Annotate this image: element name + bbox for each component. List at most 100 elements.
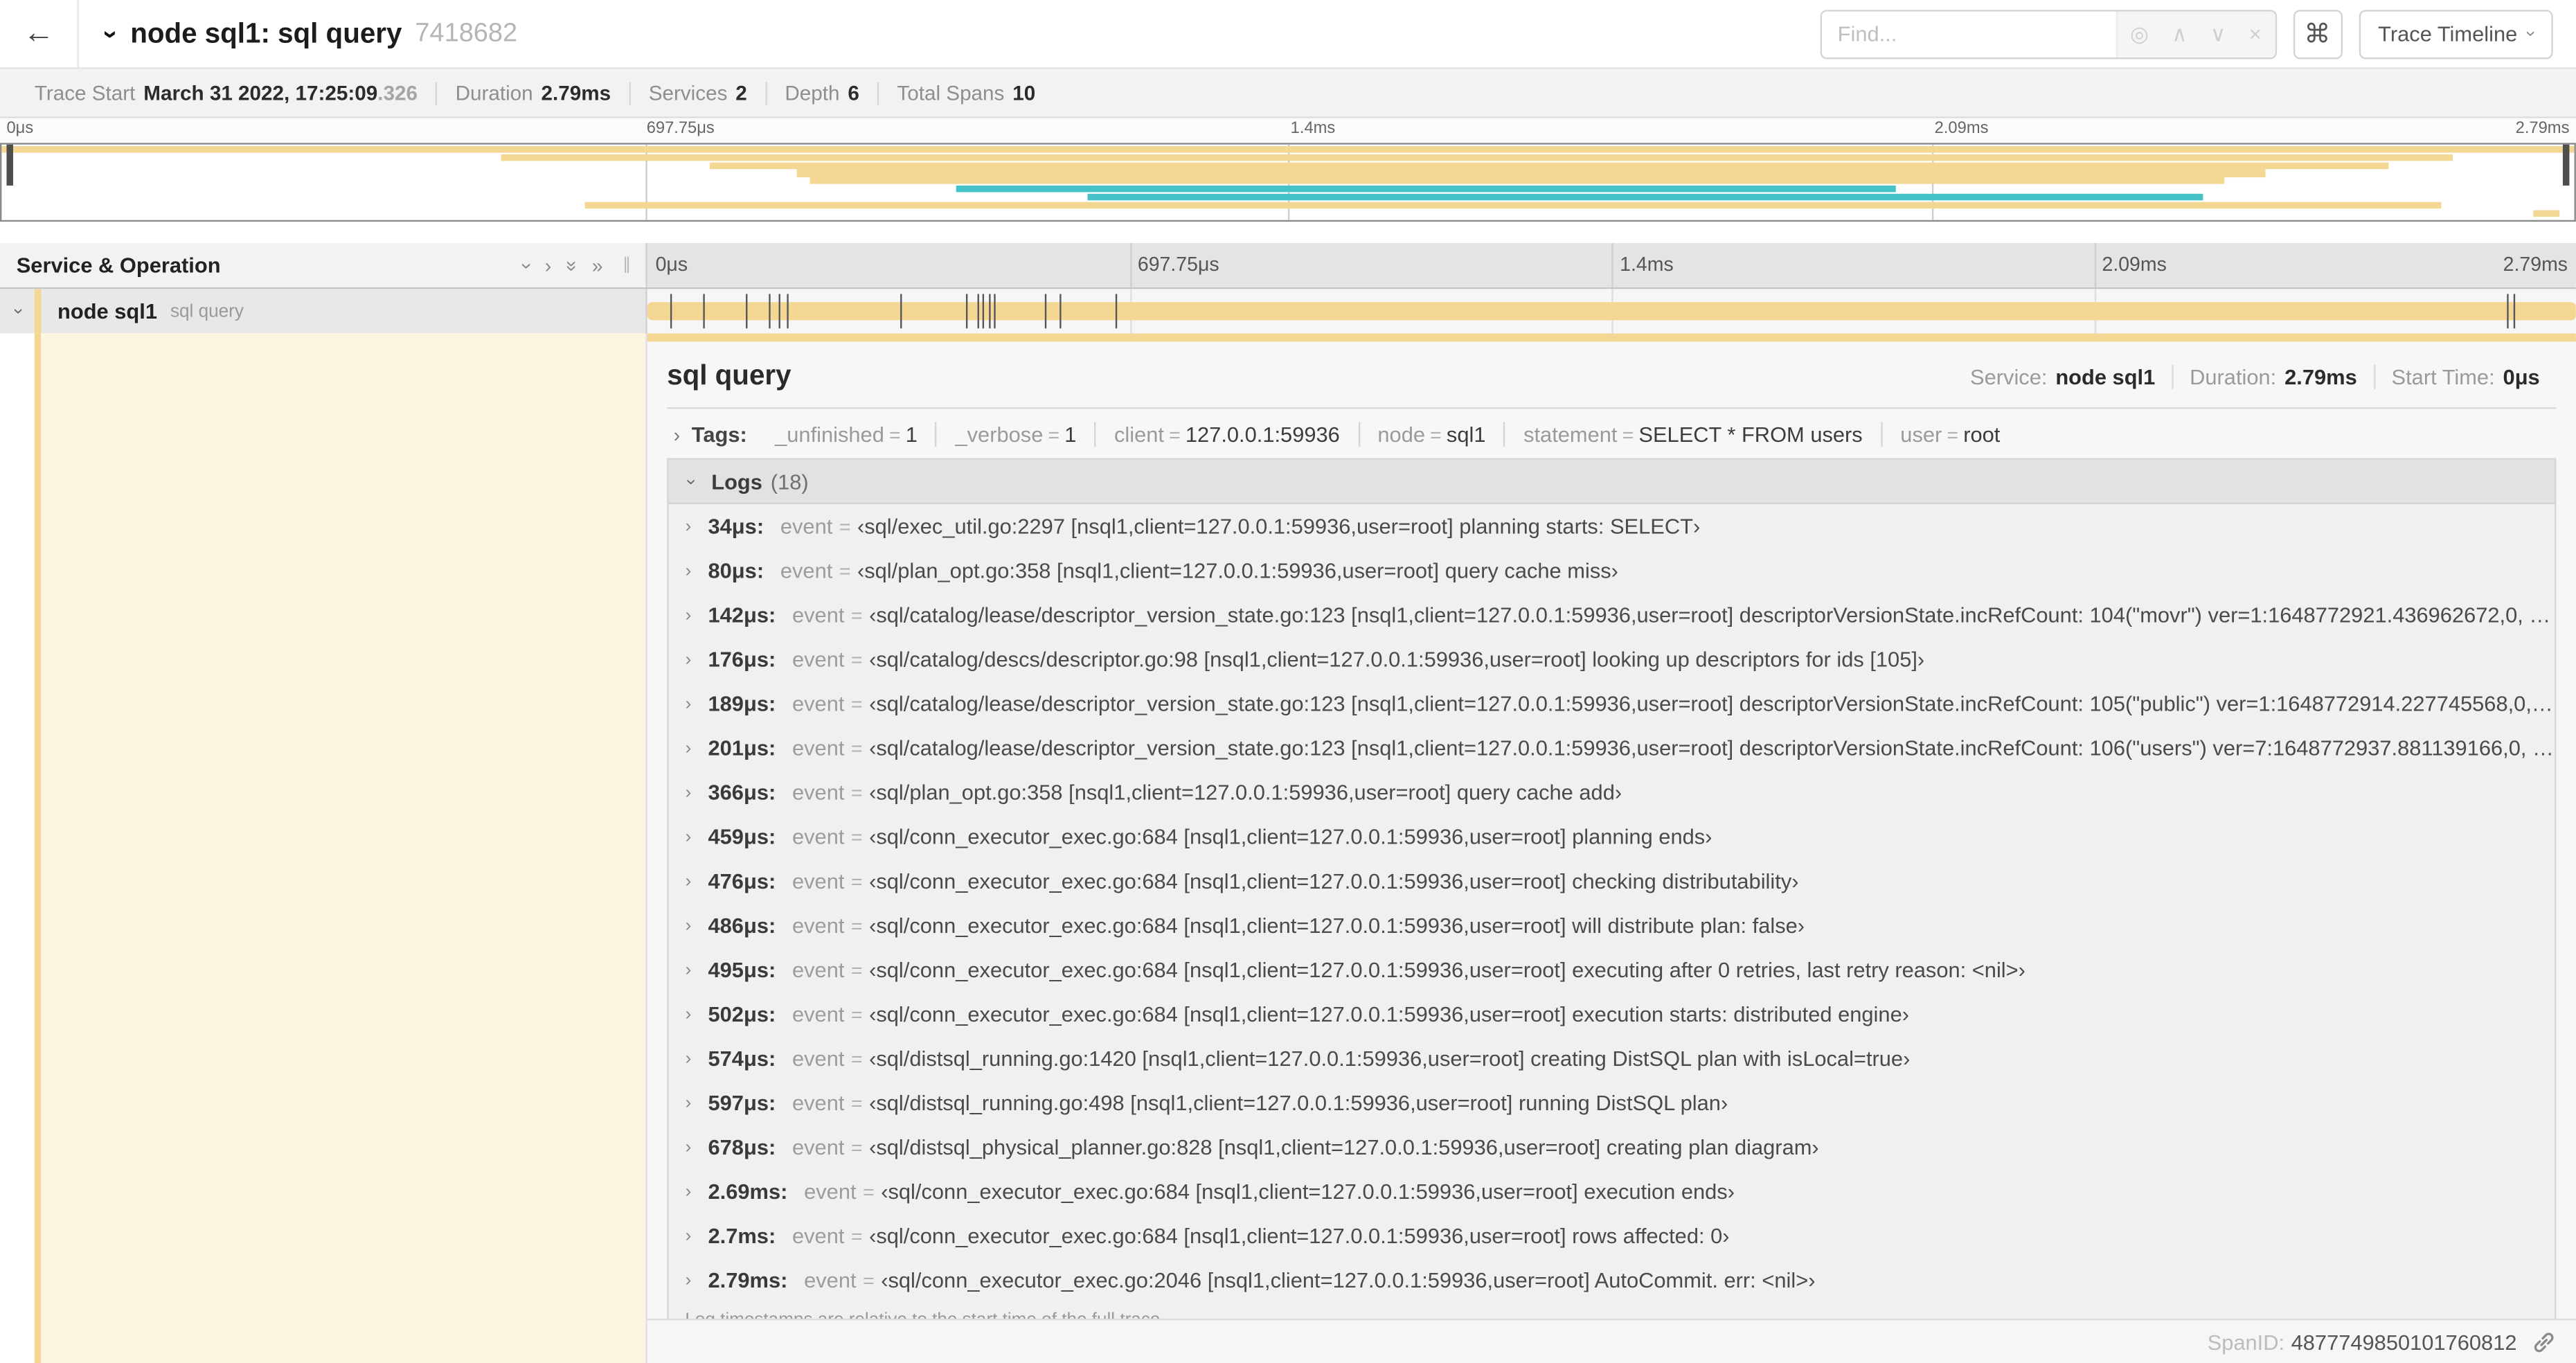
chevron-right-icon[interactable]: › bbox=[669, 1182, 708, 1201]
log-entry[interactable]: › 2.69ms: event = ‹sql/conn_executor_exe… bbox=[669, 1169, 2555, 1213]
summary-value: 10 bbox=[1012, 81, 1036, 105]
tag-key: client bbox=[1113, 422, 1164, 447]
equals-sign: = bbox=[1947, 422, 1959, 446]
log-marker bbox=[983, 294, 985, 329]
summary-label: Depth bbox=[785, 81, 840, 105]
find-prev-icon[interactable]: ∧ bbox=[2172, 21, 2188, 47]
chevron-right-icon[interactable]: › bbox=[669, 916, 708, 935]
log-entry[interactable]: › 476μs: event = ‹sql/conn_executor_exec… bbox=[669, 859, 2555, 903]
tick-label: 2.79ms bbox=[2503, 253, 2568, 276]
log-entry[interactable]: › 80μs: event = ‹sql/plan_opt.go:358 [ns… bbox=[669, 549, 2555, 593]
log-entry[interactable]: › 502μs: event = ‹sql/conn_executor_exec… bbox=[669, 992, 2555, 1036]
logs-header[interactable]: › Logs (18) bbox=[668, 459, 2555, 504]
tag-item: statement = SELECT * FROM users bbox=[1503, 422, 1881, 447]
tick-label: 0μs bbox=[655, 253, 688, 276]
find-next-icon[interactable]: ∨ bbox=[2210, 21, 2226, 47]
log-field-value: ‹sql/conn_executor_exec.go:2046 [nsql1,c… bbox=[881, 1267, 1816, 1293]
chevron-right-icon[interactable]: › bbox=[674, 423, 680, 446]
back-button[interactable]: ← bbox=[0, 0, 79, 68]
log-marker bbox=[1044, 294, 1046, 329]
chevron-right-icon[interactable]: › bbox=[669, 1226, 708, 1245]
chevron-right-icon[interactable]: › bbox=[669, 827, 708, 846]
chevron-right-icon[interactable]: › bbox=[669, 561, 708, 580]
minimap-left-handle[interactable] bbox=[6, 144, 13, 186]
log-marker bbox=[703, 294, 705, 329]
log-entry[interactable]: › 189μs: event = ‹sql/catalog/lease/desc… bbox=[669, 682, 2555, 726]
locate-icon[interactable]: ◎ bbox=[2130, 21, 2149, 47]
log-timestamp: 80μs: bbox=[708, 558, 764, 583]
log-field-value: ‹sql/catalog/lease/descriptor_version_st… bbox=[869, 691, 2555, 716]
log-entry[interactable]: › 2.79ms: event = ‹sql/conn_executor_exe… bbox=[669, 1258, 2555, 1302]
log-entry[interactable]: › 486μs: event = ‹sql/conn_executor_exec… bbox=[669, 903, 2555, 947]
tag-item: user = root bbox=[1880, 422, 2019, 447]
chevron-right-icon[interactable]: › bbox=[669, 650, 708, 669]
span-row-track[interactable] bbox=[647, 289, 2576, 334]
chevron-down-icon[interactable]: › bbox=[8, 294, 28, 328]
summary-value: 2.79ms bbox=[541, 81, 611, 105]
chevron-right-icon[interactable]: › bbox=[669, 1049, 708, 1068]
span-row-name-cell[interactable]: › node sql1 sql query bbox=[0, 289, 647, 334]
meta-label: Duration: bbox=[2190, 364, 2277, 389]
log-entry[interactable]: › 34μs: event = ‹sql/exec_util.go:2297 [… bbox=[669, 504, 2555, 549]
view-selector-button[interactable]: Trace Timeline › bbox=[2358, 9, 2553, 59]
chevron-right-icon[interactable]: › bbox=[669, 1270, 708, 1290]
view-selector-label: Trace Timeline bbox=[2378, 21, 2518, 46]
log-entry[interactable]: › 2.7ms: event = ‹sql/conn_executor_exec… bbox=[669, 1213, 2555, 1258]
log-entry[interactable]: › 495μs: event = ‹sql/conn_executor_exec… bbox=[669, 947, 2555, 992]
link-icon[interactable] bbox=[2532, 1329, 2557, 1354]
chevron-down-icon[interactable]: › bbox=[96, 29, 124, 38]
tag-key: statement bbox=[1523, 422, 1618, 447]
span-row[interactable]: › node sql1 sql query bbox=[0, 289, 2576, 334]
service-operation-title: Service & Operation bbox=[16, 253, 221, 278]
minimap-right-handle[interactable] bbox=[2562, 144, 2570, 186]
log-timestamp: 176μs: bbox=[708, 647, 776, 672]
chevron-right-icon[interactable]: › bbox=[669, 1137, 708, 1157]
column-resizer[interactable]: ∥ bbox=[623, 256, 632, 274]
log-entry[interactable]: › 459μs: event = ‹sql/conn_executor_exec… bbox=[669, 814, 2555, 859]
chevron-down-icon[interactable]: › bbox=[681, 460, 700, 503]
trace-timeline-page: ← › node sql1: sql query 7418682 ◎ ∧ ∨ ×… bbox=[0, 0, 2576, 1363]
log-field-key: event bbox=[791, 603, 845, 627]
timeline-minimap[interactable] bbox=[0, 143, 2576, 222]
log-field-value: ‹sql/exec_util.go:2297 [nsql1,client=127… bbox=[857, 514, 1701, 539]
chevron-right-icon[interactable]: › bbox=[669, 1093, 708, 1112]
log-entry[interactable]: › 201μs: event = ‹sql/catalog/lease/desc… bbox=[669, 726, 2555, 770]
log-marker bbox=[2506, 294, 2509, 329]
collapse-all-icon[interactable]: » bbox=[560, 260, 583, 271]
clear-search-icon[interactable]: × bbox=[2249, 21, 2262, 46]
chevron-right-icon[interactable]: › bbox=[669, 1004, 708, 1024]
chevron-right-icon[interactable]: › bbox=[669, 517, 708, 536]
log-entry[interactable]: › 597μs: event = ‹sql/distsql_running.go… bbox=[669, 1080, 2555, 1125]
log-marker bbox=[745, 294, 748, 329]
tags-row[interactable]: › Tags: _unfinished = 1 _verbose = 1 cli… bbox=[667, 409, 2556, 458]
equals-sign: = bbox=[839, 559, 851, 582]
keyboard-shortcuts-button[interactable]: ⌘ bbox=[2292, 9, 2342, 59]
find-box: ◎ ∧ ∨ × bbox=[1819, 9, 2277, 59]
find-input[interactable] bbox=[1821, 10, 2116, 57]
collapse-one-icon[interactable]: › bbox=[515, 262, 538, 268]
chevron-right-icon[interactable]: › bbox=[669, 960, 708, 979]
log-timestamp: 189μs: bbox=[708, 691, 776, 716]
span-bar[interactable] bbox=[647, 302, 2576, 321]
minimap-span bbox=[709, 161, 2390, 169]
spanid-value: 4877749850101760812 bbox=[2291, 1329, 2517, 1354]
log-field-value: ‹sql/catalog/descs/descriptor.go:98 [nsq… bbox=[869, 647, 1925, 672]
chevron-right-icon[interactable]: › bbox=[669, 783, 708, 802]
equals-sign: = bbox=[888, 422, 901, 446]
title-group: › node sql1: sql query 7418682 bbox=[96, 17, 1820, 50]
expand-one-icon[interactable]: › bbox=[545, 253, 551, 276]
chevron-right-icon[interactable]: › bbox=[669, 871, 708, 891]
chevron-right-icon[interactable]: › bbox=[669, 694, 708, 713]
equals-sign: = bbox=[850, 958, 863, 981]
log-entry[interactable]: › 574μs: event = ‹sql/distsql_running.go… bbox=[669, 1036, 2555, 1080]
chevron-right-icon[interactable]: › bbox=[669, 605, 708, 625]
chevron-right-icon[interactable]: › bbox=[669, 738, 708, 758]
log-entry[interactable]: › 176μs: event = ‹sql/catalog/descs/desc… bbox=[669, 637, 2555, 682]
expand-all-icon[interactable]: » bbox=[592, 253, 603, 276]
log-marker bbox=[2514, 294, 2516, 329]
log-entry[interactable]: › 142μs: event = ‹sql/catalog/lease/desc… bbox=[669, 593, 2555, 637]
log-field-key: event bbox=[791, 647, 845, 672]
span-operation-title: sql query bbox=[667, 359, 791, 391]
log-entry[interactable]: › 678μs: event = ‹sql/distsql_physical_p… bbox=[669, 1125, 2555, 1169]
log-entry[interactable]: › 366μs: event = ‹sql/plan_opt.go:358 [n… bbox=[669, 770, 2555, 814]
